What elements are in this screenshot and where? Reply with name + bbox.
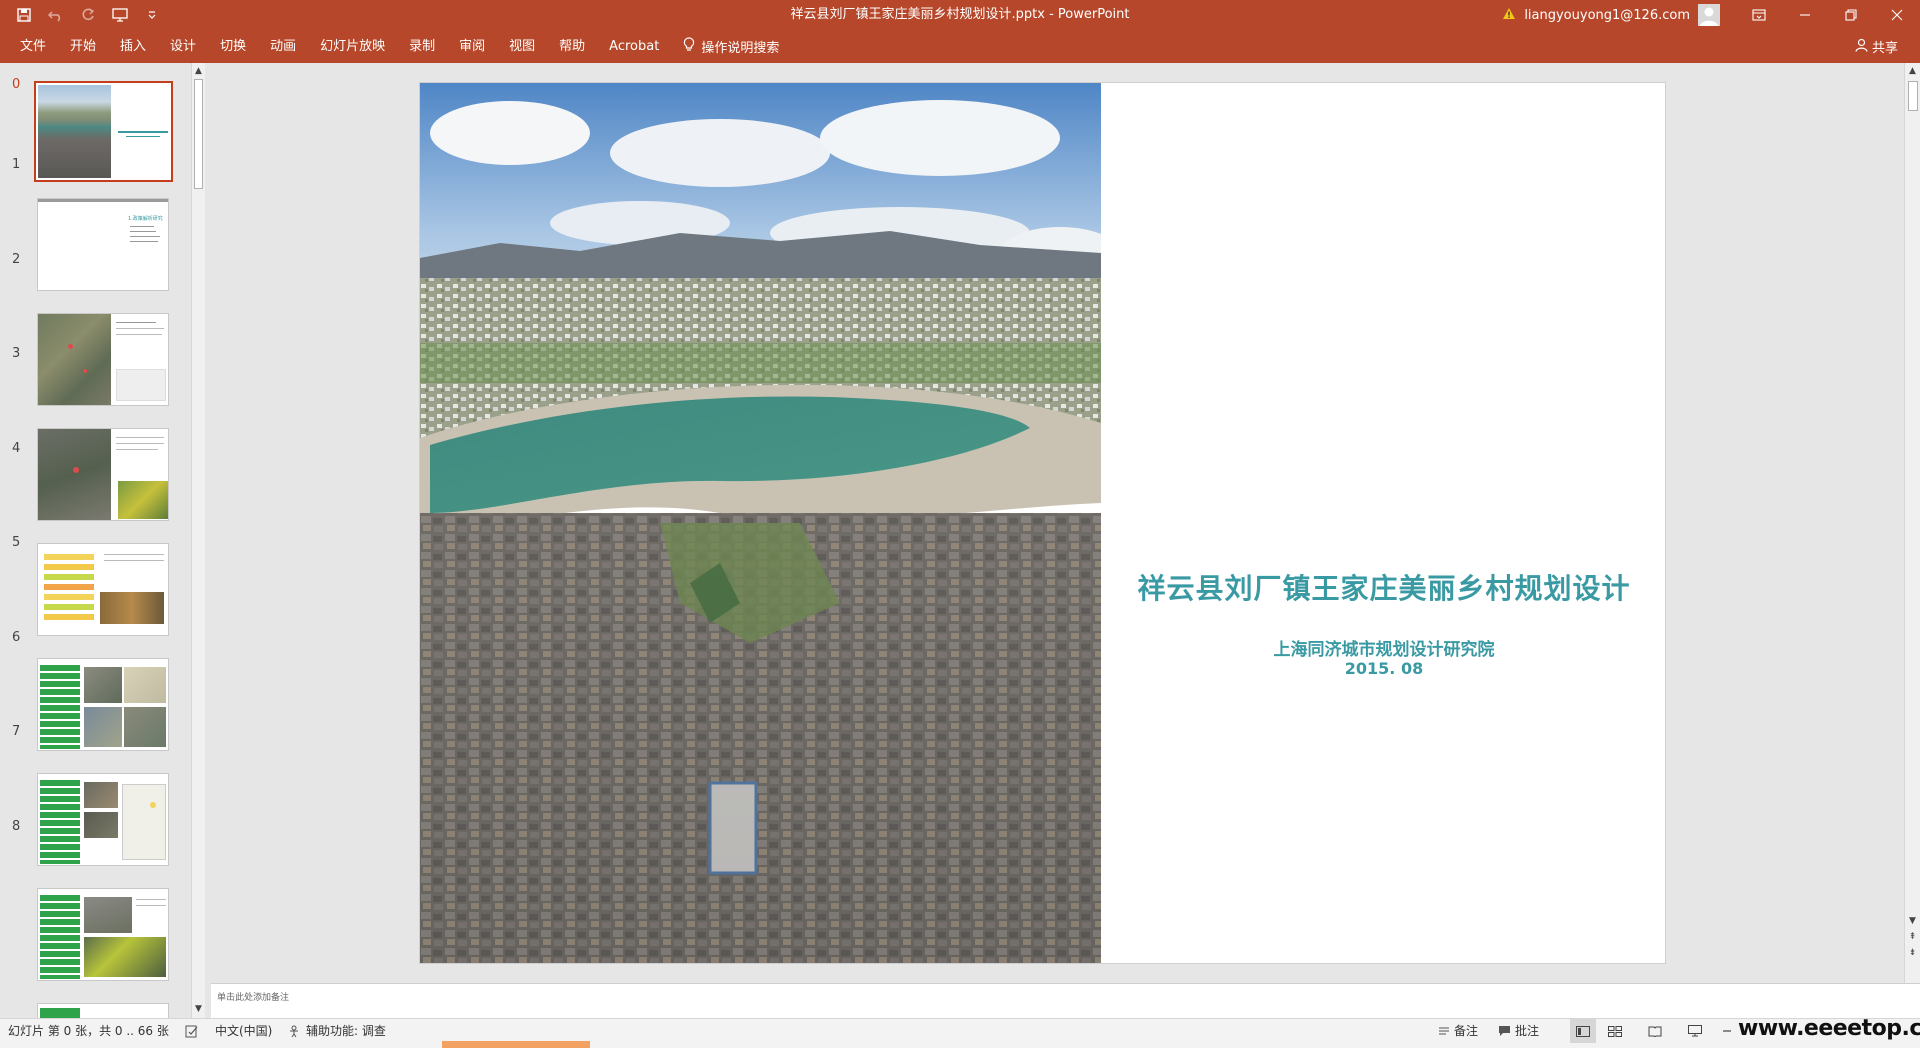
- zoom-out-icon[interactable]: [1722, 1019, 1732, 1043]
- tab-file[interactable]: 文件: [8, 30, 58, 63]
- current-slide[interactable]: 祥云县刘厂镇王家庄美丽乡村规划设计 上海同济城市规划设计研究院 2015. 08: [420, 83, 1665, 963]
- ribbon-display-options-icon[interactable]: [1736, 0, 1782, 30]
- status-bar: 幻灯片 第 0 张，共 0 .. 66 张 中文(中国) 辅助功能: 调查 备注…: [0, 1018, 1920, 1048]
- powerpoint-window: 祥云县刘厂镇王家庄美丽乡村规划设计.pptx - PowerPoint lian…: [0, 0, 1920, 1048]
- scroll-thumb[interactable]: [194, 79, 203, 189]
- tab-slideshow[interactable]: 幻灯片放映: [308, 30, 397, 63]
- watermark-text: www.eeeetop.com: [1738, 1016, 1920, 1041]
- thumbnail-scrollbar[interactable]: ▲ ▼: [191, 63, 205, 1018]
- reading-view-icon[interactable]: [1648, 1019, 1662, 1043]
- thumbnail-number: 2: [12, 252, 21, 267]
- editor-scrollbar[interactable]: ▲ ▼ ⇞ ⇟: [1904, 63, 1920, 983]
- slide-count: 幻灯片 第 0 张，共 0 .. 66 张: [8, 1024, 169, 1038]
- thumb-heading: 1.政策解析研究: [128, 216, 163, 222]
- tab-animations[interactable]: 动画: [258, 30, 308, 63]
- thumbnail-number: 5: [12, 535, 21, 550]
- share-button[interactable]: 共享: [1855, 30, 1898, 63]
- notes-pane[interactable]: 单击此处添加备注: [211, 983, 1920, 1018]
- slideshow-view-icon[interactable]: [1688, 1019, 1702, 1043]
- slide-editor[interactable]: 祥云县刘厂镇王家庄美丽乡村规划设计 上海同济城市规划设计研究院 2015. 08: [211, 63, 1904, 983]
- lightbulb-icon: [683, 37, 695, 56]
- undo-icon[interactable]: [46, 5, 66, 25]
- comments-toggle-button[interactable]: 批注: [1498, 1019, 1539, 1043]
- next-slide-icon[interactable]: ⇟: [1908, 947, 1917, 959]
- slide-title[interactable]: 祥云县刘厂镇王家庄美丽乡村规划设计: [1114, 567, 1654, 607]
- thumbnail-slide-2[interactable]: [37, 313, 169, 406]
- person-icon: [1855, 38, 1868, 56]
- scroll-up-arrow-icon[interactable]: ▲: [1908, 65, 1917, 77]
- slide-organization[interactable]: 上海同济城市规划设计研究院: [1114, 635, 1654, 660]
- tab-transitions[interactable]: 切换: [208, 30, 258, 63]
- slideshow-from-start-icon[interactable]: [110, 5, 130, 25]
- notes-toggle-label: 备注: [1454, 1024, 1479, 1038]
- thumbnail-slide-0[interactable]: [34, 81, 173, 182]
- taskbar-highlight: [442, 1041, 590, 1048]
- tab-insert[interactable]: 插入: [108, 30, 158, 63]
- account-email[interactable]: liangyouyong1@126.com: [1524, 8, 1690, 23]
- quick-access-toolbar: [14, 0, 162, 30]
- slide-date[interactable]: 2015. 08: [1114, 659, 1654, 678]
- scroll-down-arrow-icon[interactable]: ▼: [194, 1003, 203, 1015]
- thumbnail-slide-7[interactable]: [37, 888, 169, 981]
- thumbnail-number: 8: [12, 819, 21, 834]
- tab-record[interactable]: 录制: [397, 30, 447, 63]
- scroll-thumb[interactable]: [1908, 81, 1918, 111]
- thumbnail-slide-4[interactable]: [37, 543, 169, 636]
- ribbon-tabs: 文件 开始 插入 设计 切换 动画 幻灯片放映 录制 审阅 视图 帮助 Acro…: [8, 30, 779, 63]
- thumbnail-number: 0: [12, 77, 21, 92]
- slide-thumbnail-pane[interactable]: 0 1 1.政策解析研究 2 3 4 5 6 7 8: [0, 63, 208, 1018]
- thumbnail-slide-5[interactable]: [37, 658, 169, 751]
- thumbnail-number: 4: [12, 441, 21, 456]
- notes-placeholder[interactable]: 单击此处添加备注: [217, 990, 289, 1003]
- share-label: 共享: [1871, 41, 1898, 56]
- aerial-village-photo: [420, 83, 1101, 963]
- notes-toggle-button[interactable]: 备注: [1438, 1019, 1478, 1043]
- tab-view[interactable]: 视图: [497, 30, 547, 63]
- thumbnail-number: 3: [12, 346, 21, 361]
- thumbnail-slide-1[interactable]: 1.政策解析研究: [37, 198, 169, 291]
- avatar[interactable]: [1698, 4, 1720, 26]
- slide-sorter-icon[interactable]: [1608, 1019, 1622, 1043]
- tab-help[interactable]: 帮助: [547, 30, 597, 63]
- thumbnail-number: 7: [12, 724, 21, 739]
- restore-icon[interactable]: [1828, 0, 1874, 30]
- minimize-icon[interactable]: [1782, 0, 1828, 30]
- comments-toggle-label: 批注: [1515, 1024, 1540, 1038]
- close-icon[interactable]: [1874, 0, 1920, 30]
- tab-acrobat[interactable]: Acrobat: [597, 30, 671, 63]
- spelling-check-icon[interactable]: [185, 1019, 199, 1043]
- thumbnail-number: 6: [12, 630, 21, 645]
- title-bar: 祥云县刘厂镇王家庄美丽乡村规划设计.pptx - PowerPoint lian…: [0, 0, 1920, 30]
- tab-review[interactable]: 审阅: [447, 30, 497, 63]
- tell-me-label: 操作说明搜索: [701, 41, 780, 56]
- accessibility-checker[interactable]: 辅助功能: 调查: [288, 1019, 386, 1043]
- redo-icon[interactable]: [78, 5, 98, 25]
- customize-qat-icon[interactable]: [142, 5, 162, 25]
- ribbon-tab-bar: 文件 开始 插入 设计 切换 动画 幻灯片放映 录制 审阅 视图 帮助 Acro…: [0, 30, 1920, 63]
- thumbnail-slide-8[interactable]: [37, 1003, 169, 1018]
- previous-slide-icon[interactable]: ⇞: [1908, 931, 1917, 943]
- thumbnail-slide-3[interactable]: [37, 428, 169, 521]
- normal-view-icon[interactable]: [1570, 1019, 1596, 1043]
- tab-home[interactable]: 开始: [58, 30, 108, 63]
- thumbnail-number: 1: [12, 157, 21, 172]
- scroll-up-arrow-icon[interactable]: ▲: [194, 65, 203, 77]
- accessibility-label: 辅助功能: 调查: [306, 1024, 386, 1038]
- warning-icon: [1502, 7, 1516, 24]
- window-controls: [1736, 0, 1920, 30]
- scroll-down-arrow-icon[interactable]: ▼: [1908, 915, 1917, 927]
- language-indicator[interactable]: 中文(中国): [215, 1019, 272, 1043]
- account-area[interactable]: liangyouyong1@126.com: [1502, 0, 1720, 30]
- save-icon[interactable]: [14, 5, 34, 25]
- tab-design[interactable]: 设计: [158, 30, 208, 63]
- tell-me-search[interactable]: 操作说明搜索: [671, 37, 779, 56]
- thumbnail-slide-6[interactable]: [37, 773, 169, 866]
